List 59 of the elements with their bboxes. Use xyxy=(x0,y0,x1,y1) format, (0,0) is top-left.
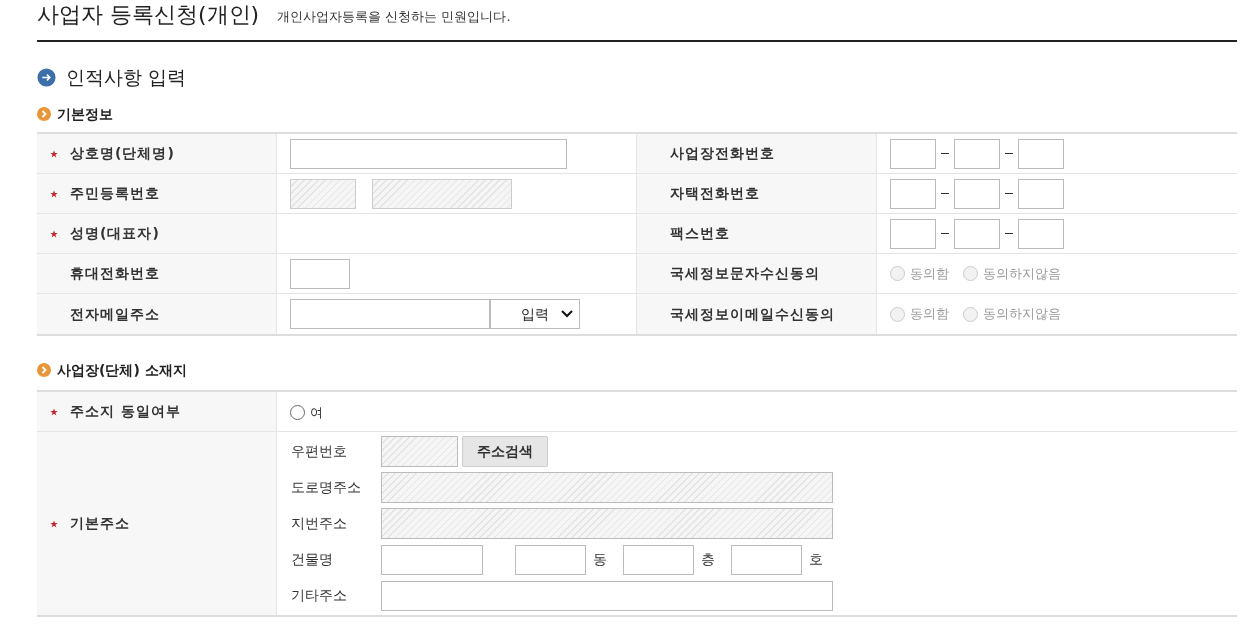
dash-icon xyxy=(1005,153,1013,154)
dash-icon xyxy=(941,233,949,234)
input-field[interactable] xyxy=(290,299,490,329)
address-label: 기타주소 xyxy=(291,586,348,605)
input-field[interactable] xyxy=(1018,218,1064,249)
unit-label: 호 xyxy=(809,550,824,569)
radio-button[interactable] xyxy=(290,405,305,420)
address-search-button[interactable]: 주소검색 xyxy=(462,436,548,467)
field-label: 국세정보문자수신동의 xyxy=(670,264,820,283)
dash-icon xyxy=(941,193,949,194)
input-field[interactable] xyxy=(890,138,936,169)
page-title: 사업자 등록신청(개인) xyxy=(37,4,260,26)
field-label: 기본주소 xyxy=(70,514,130,533)
dash-icon xyxy=(1005,193,1013,194)
input-field[interactable] xyxy=(1018,138,1064,169)
chevron-down-icon xyxy=(561,310,573,318)
input-field[interactable] xyxy=(381,580,833,611)
address-label: 건물명 xyxy=(291,550,334,569)
radio-label: 동의함 xyxy=(910,305,949,324)
address-label: 우편번호 xyxy=(291,442,348,461)
field-label: 팩스번호 xyxy=(670,224,730,243)
unit-label: 동 xyxy=(593,550,608,569)
input-field[interactable] xyxy=(890,178,936,209)
field-label: 전자메일주소 xyxy=(70,304,160,324)
input-field[interactable] xyxy=(623,544,694,575)
input-field[interactable] xyxy=(290,138,567,169)
subsection-title: 사업장(단체) 소재지 xyxy=(57,360,187,380)
radio-label: 여 xyxy=(310,403,323,422)
email-domain-select[interactable]: 입력 xyxy=(490,299,580,329)
field-label: 주민등록번호 xyxy=(70,184,160,203)
field-label: 사업장전화번호 xyxy=(670,144,775,163)
field-label: 주소지 동일여부 xyxy=(70,402,181,421)
input-field[interactable] xyxy=(731,544,802,575)
input-field[interactable] xyxy=(1018,178,1064,209)
input-field[interactable] xyxy=(890,218,936,249)
chevron-icon xyxy=(37,363,51,377)
field-label: 휴대전화번호 xyxy=(70,264,160,283)
field-label: 국세정보이메일수신동의 xyxy=(670,304,835,324)
chevron-icon xyxy=(37,107,51,121)
dash-icon xyxy=(941,153,949,154)
address-label: 도로명주소 xyxy=(291,478,362,497)
dash-icon xyxy=(1005,233,1013,234)
subsection-title: 기본정보 xyxy=(57,104,113,124)
unit-label: 층 xyxy=(701,550,716,569)
radio-label: 동의하지않음 xyxy=(983,264,1061,283)
radio-label: 동의하지않음 xyxy=(983,305,1061,324)
input-field[interactable] xyxy=(954,178,1000,209)
address-label: 지번주소 xyxy=(291,514,348,533)
radio-label: 동의함 xyxy=(910,264,949,283)
input-field[interactable] xyxy=(290,258,350,289)
input-field[interactable] xyxy=(381,544,483,575)
field-label: 상호명(단체명) xyxy=(70,144,175,163)
field-label: 자택전화번호 xyxy=(670,184,760,203)
input-field[interactable] xyxy=(515,544,586,575)
section-title: 인적사항 입력 xyxy=(66,64,187,90)
input-field[interactable] xyxy=(954,218,1000,249)
page-description: 개인사업자등록을 신청하는 민원입니다. xyxy=(277,7,511,26)
field-label: 성명(대표자) xyxy=(70,224,160,243)
input-field[interactable] xyxy=(954,138,1000,169)
